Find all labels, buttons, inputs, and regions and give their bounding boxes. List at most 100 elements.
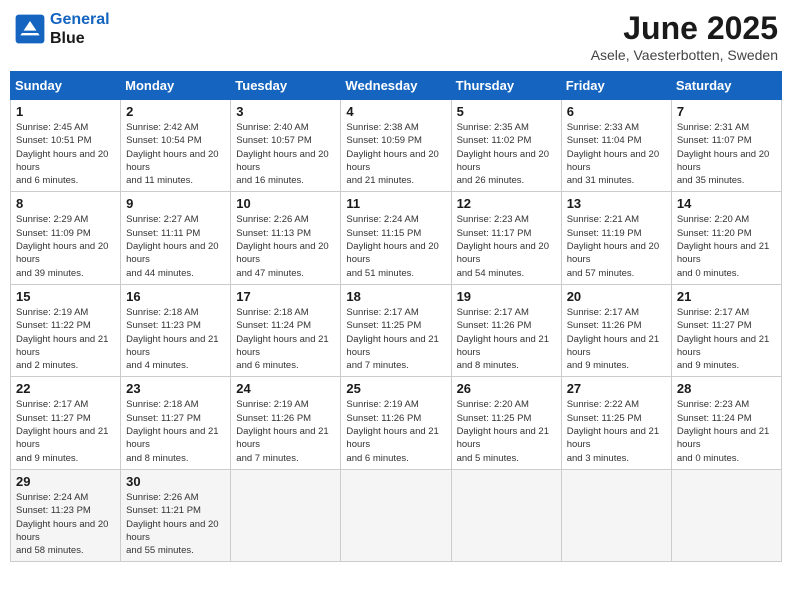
day-number: 19	[457, 289, 556, 304]
day-info: Sunrise: 2:33 AM Sunset: 11:04 PM Daylig…	[567, 121, 666, 187]
calendar-cell: 28 Sunrise: 2:23 AM Sunset: 11:24 PM Day…	[671, 377, 781, 469]
day-number: 13	[567, 196, 666, 211]
day-info: Sunrise: 2:24 AM Sunset: 11:15 PM Daylig…	[346, 213, 445, 279]
day-info: Sunrise: 2:20 AM Sunset: 11:20 PM Daylig…	[677, 213, 776, 279]
calendar-cell: 24 Sunrise: 2:19 AM Sunset: 11:26 PM Day…	[231, 377, 341, 469]
day-info: Sunrise: 2:19 AM Sunset: 11:26 PM Daylig…	[346, 398, 445, 464]
day-info: Sunrise: 2:19 AM Sunset: 11:22 PM Daylig…	[16, 306, 115, 372]
day-number: 25	[346, 381, 445, 396]
day-info: Sunrise: 2:26 AM Sunset: 11:13 PM Daylig…	[236, 213, 335, 279]
day-info: Sunrise: 2:22 AM Sunset: 11:25 PM Daylig…	[567, 398, 666, 464]
day-number: 18	[346, 289, 445, 304]
day-number: 26	[457, 381, 556, 396]
day-info: Sunrise: 2:21 AM Sunset: 11:19 PM Daylig…	[567, 213, 666, 279]
day-info: Sunrise: 2:18 AM Sunset: 11:24 PM Daylig…	[236, 306, 335, 372]
day-info: Sunrise: 2:17 AM Sunset: 11:27 PM Daylig…	[16, 398, 115, 464]
week-row-2: 8 Sunrise: 2:29 AM Sunset: 11:09 PM Dayl…	[11, 192, 782, 284]
logo: General Blue	[14, 10, 110, 48]
calendar-cell	[451, 469, 561, 561]
week-row-1: 1 Sunrise: 2:45 AM Sunset: 10:51 PM Dayl…	[11, 100, 782, 192]
day-number: 17	[236, 289, 335, 304]
col-header-tuesday: Tuesday	[231, 72, 341, 100]
calendar-cell: 20 Sunrise: 2:17 AM Sunset: 11:26 PM Day…	[561, 284, 671, 376]
title-area: June 2025 Asele, Vaesterbotten, Sweden	[591, 10, 778, 63]
logo-icon	[14, 13, 46, 45]
calendar-cell: 11 Sunrise: 2:24 AM Sunset: 11:15 PM Day…	[341, 192, 451, 284]
calendar-cell: 2 Sunrise: 2:42 AM Sunset: 10:54 PM Dayl…	[121, 100, 231, 192]
day-number: 4	[346, 104, 445, 119]
calendar-cell: 9 Sunrise: 2:27 AM Sunset: 11:11 PM Dayl…	[121, 192, 231, 284]
day-number: 23	[126, 381, 225, 396]
calendar-cell: 1 Sunrise: 2:45 AM Sunset: 10:51 PM Dayl…	[11, 100, 121, 192]
calendar-cell: 27 Sunrise: 2:22 AM Sunset: 11:25 PM Day…	[561, 377, 671, 469]
day-number: 21	[677, 289, 776, 304]
calendar-cell: 30 Sunrise: 2:26 AM Sunset: 11:21 PM Day…	[121, 469, 231, 561]
day-info: Sunrise: 2:29 AM Sunset: 11:09 PM Daylig…	[16, 213, 115, 279]
col-header-wednesday: Wednesday	[341, 72, 451, 100]
calendar-cell: 17 Sunrise: 2:18 AM Sunset: 11:24 PM Day…	[231, 284, 341, 376]
day-number: 1	[16, 104, 115, 119]
calendar-cell: 16 Sunrise: 2:18 AM Sunset: 11:23 PM Day…	[121, 284, 231, 376]
day-info: Sunrise: 2:35 AM Sunset: 11:02 PM Daylig…	[457, 121, 556, 187]
week-row-3: 15 Sunrise: 2:19 AM Sunset: 11:22 PM Day…	[11, 284, 782, 376]
day-number: 8	[16, 196, 115, 211]
logo-text: General Blue	[50, 10, 110, 48]
calendar-cell: 6 Sunrise: 2:33 AM Sunset: 11:04 PM Dayl…	[561, 100, 671, 192]
day-number: 5	[457, 104, 556, 119]
day-info: Sunrise: 2:42 AM Sunset: 10:54 PM Daylig…	[126, 121, 225, 187]
day-info: Sunrise: 2:17 AM Sunset: 11:27 PM Daylig…	[677, 306, 776, 372]
day-number: 9	[126, 196, 225, 211]
header: General Blue June 2025 Asele, Vaesterbot…	[10, 10, 782, 63]
day-info: Sunrise: 2:18 AM Sunset: 11:23 PM Daylig…	[126, 306, 225, 372]
calendar-cell: 18 Sunrise: 2:17 AM Sunset: 11:25 PM Day…	[341, 284, 451, 376]
day-number: 27	[567, 381, 666, 396]
calendar-cell: 26 Sunrise: 2:20 AM Sunset: 11:25 PM Day…	[451, 377, 561, 469]
calendar-cell: 13 Sunrise: 2:21 AM Sunset: 11:19 PM Day…	[561, 192, 671, 284]
calendar-cell	[341, 469, 451, 561]
calendar-cell: 5 Sunrise: 2:35 AM Sunset: 11:02 PM Dayl…	[451, 100, 561, 192]
calendar-cell: 23 Sunrise: 2:18 AM Sunset: 11:27 PM Day…	[121, 377, 231, 469]
day-info: Sunrise: 2:17 AM Sunset: 11:26 PM Daylig…	[457, 306, 556, 372]
day-number: 28	[677, 381, 776, 396]
calendar-title: June 2025	[591, 10, 778, 47]
day-number: 6	[567, 104, 666, 119]
calendar-cell: 14 Sunrise: 2:20 AM Sunset: 11:20 PM Day…	[671, 192, 781, 284]
col-header-saturday: Saturday	[671, 72, 781, 100]
calendar-table: SundayMondayTuesdayWednesdayThursdayFrid…	[10, 71, 782, 562]
day-info: Sunrise: 2:26 AM Sunset: 11:21 PM Daylig…	[126, 491, 225, 557]
day-number: 22	[16, 381, 115, 396]
calendar-header-row: SundayMondayTuesdayWednesdayThursdayFrid…	[11, 72, 782, 100]
day-number: 12	[457, 196, 556, 211]
week-row-5: 29 Sunrise: 2:24 AM Sunset: 11:23 PM Day…	[11, 469, 782, 561]
calendar-subtitle: Asele, Vaesterbotten, Sweden	[591, 47, 778, 63]
day-number: 30	[126, 474, 225, 489]
calendar-cell: 7 Sunrise: 2:31 AM Sunset: 11:07 PM Dayl…	[671, 100, 781, 192]
day-info: Sunrise: 2:18 AM Sunset: 11:27 PM Daylig…	[126, 398, 225, 464]
calendar-cell	[671, 469, 781, 561]
day-info: Sunrise: 2:31 AM Sunset: 11:07 PM Daylig…	[677, 121, 776, 187]
calendar-cell: 25 Sunrise: 2:19 AM Sunset: 11:26 PM Day…	[341, 377, 451, 469]
day-info: Sunrise: 2:20 AM Sunset: 11:25 PM Daylig…	[457, 398, 556, 464]
day-number: 2	[126, 104, 225, 119]
calendar-cell: 10 Sunrise: 2:26 AM Sunset: 11:13 PM Day…	[231, 192, 341, 284]
day-number: 24	[236, 381, 335, 396]
day-info: Sunrise: 2:24 AM Sunset: 11:23 PM Daylig…	[16, 491, 115, 557]
calendar-cell: 29 Sunrise: 2:24 AM Sunset: 11:23 PM Day…	[11, 469, 121, 561]
calendar-cell: 19 Sunrise: 2:17 AM Sunset: 11:26 PM Day…	[451, 284, 561, 376]
day-number: 20	[567, 289, 666, 304]
day-number: 14	[677, 196, 776, 211]
day-info: Sunrise: 2:40 AM Sunset: 10:57 PM Daylig…	[236, 121, 335, 187]
calendar-cell: 22 Sunrise: 2:17 AM Sunset: 11:27 PM Day…	[11, 377, 121, 469]
day-number: 16	[126, 289, 225, 304]
day-info: Sunrise: 2:38 AM Sunset: 10:59 PM Daylig…	[346, 121, 445, 187]
day-number: 15	[16, 289, 115, 304]
day-info: Sunrise: 2:27 AM Sunset: 11:11 PM Daylig…	[126, 213, 225, 279]
day-info: Sunrise: 2:45 AM Sunset: 10:51 PM Daylig…	[16, 121, 115, 187]
day-info: Sunrise: 2:23 AM Sunset: 11:17 PM Daylig…	[457, 213, 556, 279]
calendar-cell	[231, 469, 341, 561]
day-number: 29	[16, 474, 115, 489]
day-info: Sunrise: 2:19 AM Sunset: 11:26 PM Daylig…	[236, 398, 335, 464]
col-header-friday: Friday	[561, 72, 671, 100]
day-number: 3	[236, 104, 335, 119]
day-info: Sunrise: 2:17 AM Sunset: 11:26 PM Daylig…	[567, 306, 666, 372]
